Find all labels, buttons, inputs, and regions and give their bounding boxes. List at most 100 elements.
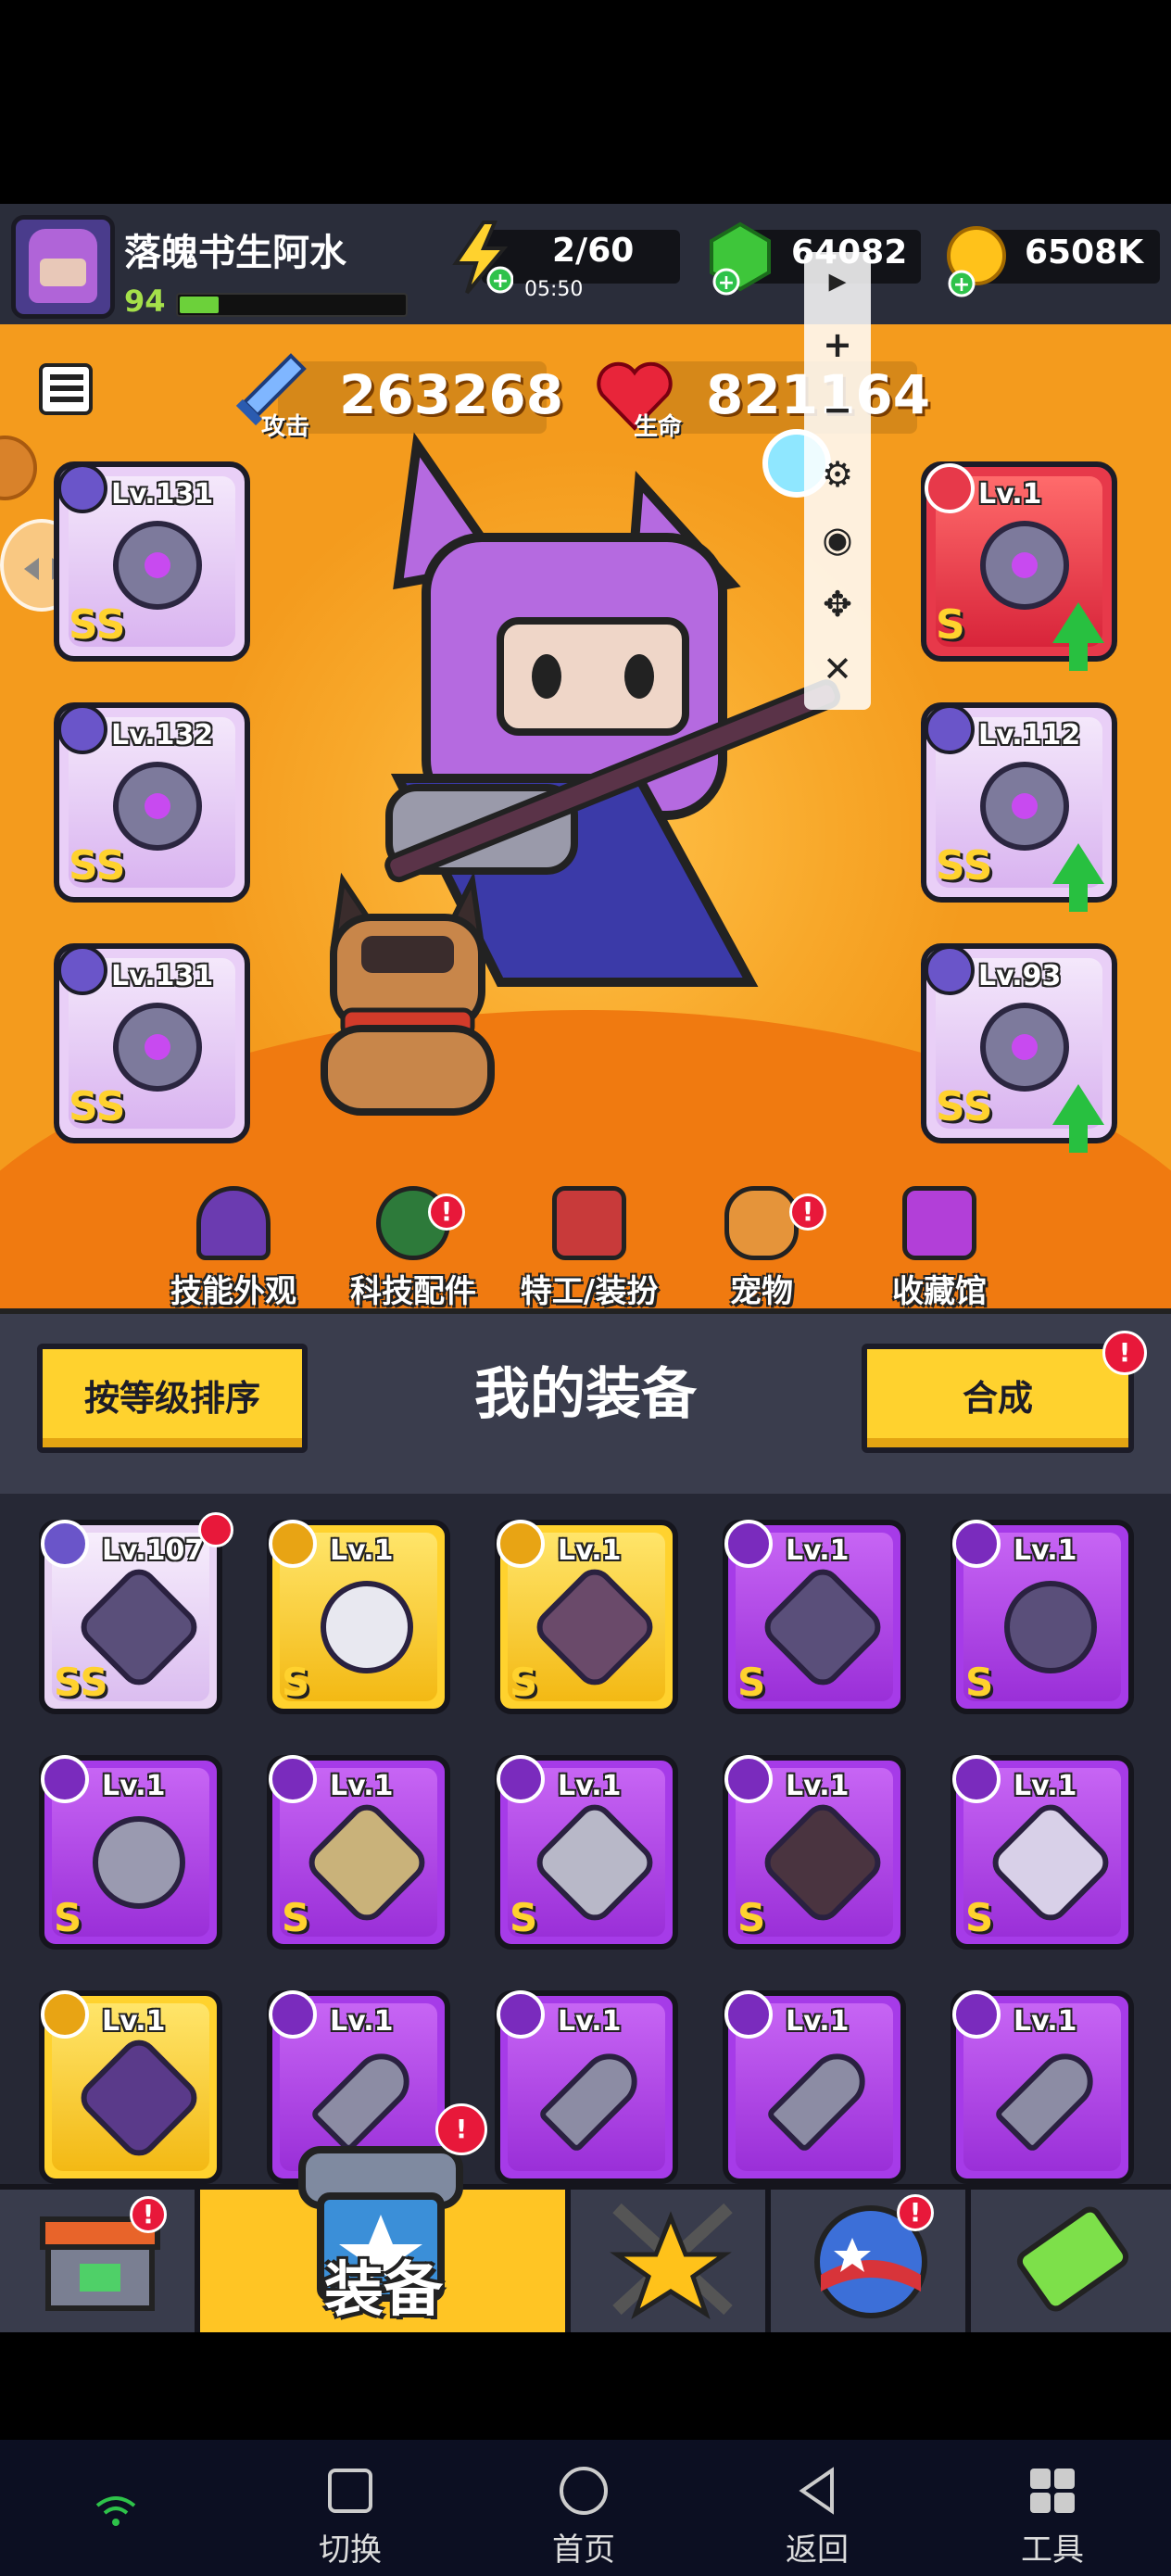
weapon-type-icon (952, 1990, 1001, 2039)
item-level: Lv.1 (558, 1534, 622, 1567)
zoom-out-icon[interactable]: − (804, 382, 871, 437)
back-label: 返回 (786, 2532, 849, 2569)
svg-text:+: + (718, 271, 735, 295)
boot-type-icon (952, 1755, 1001, 1803)
item-level: Lv.1 (330, 2005, 394, 2038)
slot-grade: SS (936, 1083, 993, 1130)
glove-type-icon (57, 945, 107, 995)
necklace-type-icon (269, 1520, 317, 1568)
inventory-item[interactable]: Lv.1 S (39, 1755, 222, 1950)
tab-equipment-label: 装备 (324, 2256, 443, 2325)
sort-by-level-button[interactable]: 按等级排序 (37, 1344, 308, 1453)
triangle-back-icon (791, 2465, 843, 2517)
inventory-item[interactable]: Lv.1 (951, 1990, 1134, 2184)
move-icon[interactable]: ✥ (804, 576, 871, 632)
inventory-item[interactable]: Lv.1 S (267, 1520, 450, 1714)
item-level: Lv.1 (330, 1770, 394, 1802)
energy-bolt-icon[interactable]: + (448, 221, 514, 295)
inventory-item[interactable]: Lv.1 S (495, 1520, 678, 1714)
upgrade-arrow-icon (1052, 1084, 1104, 1153)
equip-slot-belt[interactable]: Lv.112 SS (921, 702, 1117, 912)
armor-type-icon (41, 1520, 89, 1568)
home-button[interactable]: 首页 (519, 2465, 648, 2570)
weapon-type-icon (57, 463, 107, 513)
inventory-item[interactable]: Lv.1 (495, 1990, 678, 2184)
coin-value: 6508K (1025, 234, 1144, 271)
tab-battle[interactable] (571, 2190, 771, 2332)
menu-list-icon[interactable] (39, 363, 93, 415)
equip-slot-gloves[interactable]: Lv.131 SS (54, 943, 250, 1143)
item-grade: S (510, 1660, 538, 1705)
nav-skill-skins[interactable]: 技能外观 (150, 1186, 317, 1316)
alert-badge: ! (428, 1193, 465, 1231)
item-grade: S (282, 1660, 310, 1705)
tab-events[interactable] (771, 2190, 971, 2332)
crossed-swords-star-icon (610, 2203, 733, 2319)
coin-add-icon[interactable]: + (941, 222, 1010, 300)
inventory-item[interactable]: Lv.1 S (951, 1755, 1134, 1950)
switch-label: 切换 (319, 2532, 382, 2569)
inventory-item[interactable]: Lv.1 (39, 1990, 222, 2184)
tab-gene[interactable] (971, 2190, 1171, 2332)
energy-value: 2/60 (552, 232, 635, 270)
xp-bar-fill (180, 297, 219, 313)
tab-shop[interactable] (0, 2190, 200, 2332)
glove-type-icon (269, 1755, 317, 1803)
pet-dog[interactable] (306, 871, 510, 1121)
alert-badge: ! (435, 2103, 487, 2155)
item-grade: S (282, 1895, 310, 1940)
equip-slot-necklace[interactable]: Lv.132 SS (54, 702, 250, 903)
equip-slot-boots[interactable]: Lv.93 SS (921, 943, 1117, 1153)
zoom-in-icon[interactable]: + (804, 317, 871, 373)
nav-tech-parts[interactable]: 科技配件 (330, 1186, 497, 1316)
inventory-item[interactable]: Lv.1 S (723, 1755, 906, 1950)
item-level: Lv.1 (330, 1534, 394, 1567)
player-level: 94 (124, 284, 166, 319)
close-icon[interactable]: ✕ (804, 641, 871, 697)
nav-label: 特工/装扮 (520, 1273, 659, 1310)
energy-timer: 05:50 (524, 278, 584, 301)
item-grade: S (54, 1895, 82, 1940)
tools-label: 工具 (1021, 2532, 1084, 2569)
boot-type-icon (925, 945, 975, 995)
back-button[interactable]: 返回 (752, 2465, 882, 2570)
weapon-type-icon (724, 1520, 773, 1568)
wifi-icon (93, 2493, 139, 2530)
alert-badge: ! (130, 2196, 167, 2233)
cabinet-icon (902, 1186, 976, 1260)
grid-tools-icon (1026, 2465, 1078, 2517)
svg-text:+: + (492, 270, 509, 293)
player-name: 落魄书生阿水 (124, 232, 346, 274)
eye-icon[interactable]: ◉ (804, 511, 871, 567)
equip-slot-armor[interactable]: Lv.1 S (921, 461, 1117, 671)
player-avatar[interactable] (11, 215, 115, 319)
item-level: Lv.1 (1014, 2005, 1077, 2038)
nav-agent-outfit[interactable]: 特工/装扮 (506, 1186, 673, 1316)
inventory-item[interactable]: Lv.1 S (267, 1755, 450, 1950)
play-icon[interactable]: ▸ (804, 252, 871, 308)
glove-type-icon (497, 1520, 545, 1568)
slot-grade: SS (936, 842, 993, 890)
switch-button[interactable]: 切换 (285, 2465, 415, 2570)
inventory-item[interactable]: Lv.1 S (495, 1755, 678, 1950)
item-level: Lv.1 (786, 2005, 850, 2038)
inventory-item[interactable]: Lv.1 (723, 1990, 906, 2184)
slot-level: Lv.131 (111, 960, 214, 992)
floating-tool-panel: ▸ + − ⚙ ◉ ✥ ✕ (804, 252, 871, 710)
inventory-item[interactable]: Lv.1 S (951, 1520, 1134, 1714)
alert-badge: ! (789, 1193, 826, 1231)
tools-button[interactable]: 工具 (988, 2465, 1117, 2570)
new-item-badge (198, 1512, 233, 1547)
gear-icon[interactable]: ⚙ (804, 447, 871, 502)
nav-collection[interactable]: 收藏馆 (856, 1186, 1023, 1316)
inventory-item[interactable]: Lv.107 SS (39, 1520, 222, 1714)
necklace-type-icon (57, 704, 107, 754)
inventory-item[interactable]: Lv.1 S (723, 1520, 906, 1714)
helmet-icon (196, 1186, 271, 1260)
slot-level: Lv.132 (111, 719, 214, 751)
shop-icon (40, 2216, 160, 2311)
android-spacer (0, 2332, 1171, 2440)
equip-slot-weapon[interactable]: Lv.131 SS (54, 461, 250, 662)
gem-add-icon[interactable]: + (706, 221, 774, 298)
merge-button[interactable]: 合成 (862, 1344, 1134, 1453)
